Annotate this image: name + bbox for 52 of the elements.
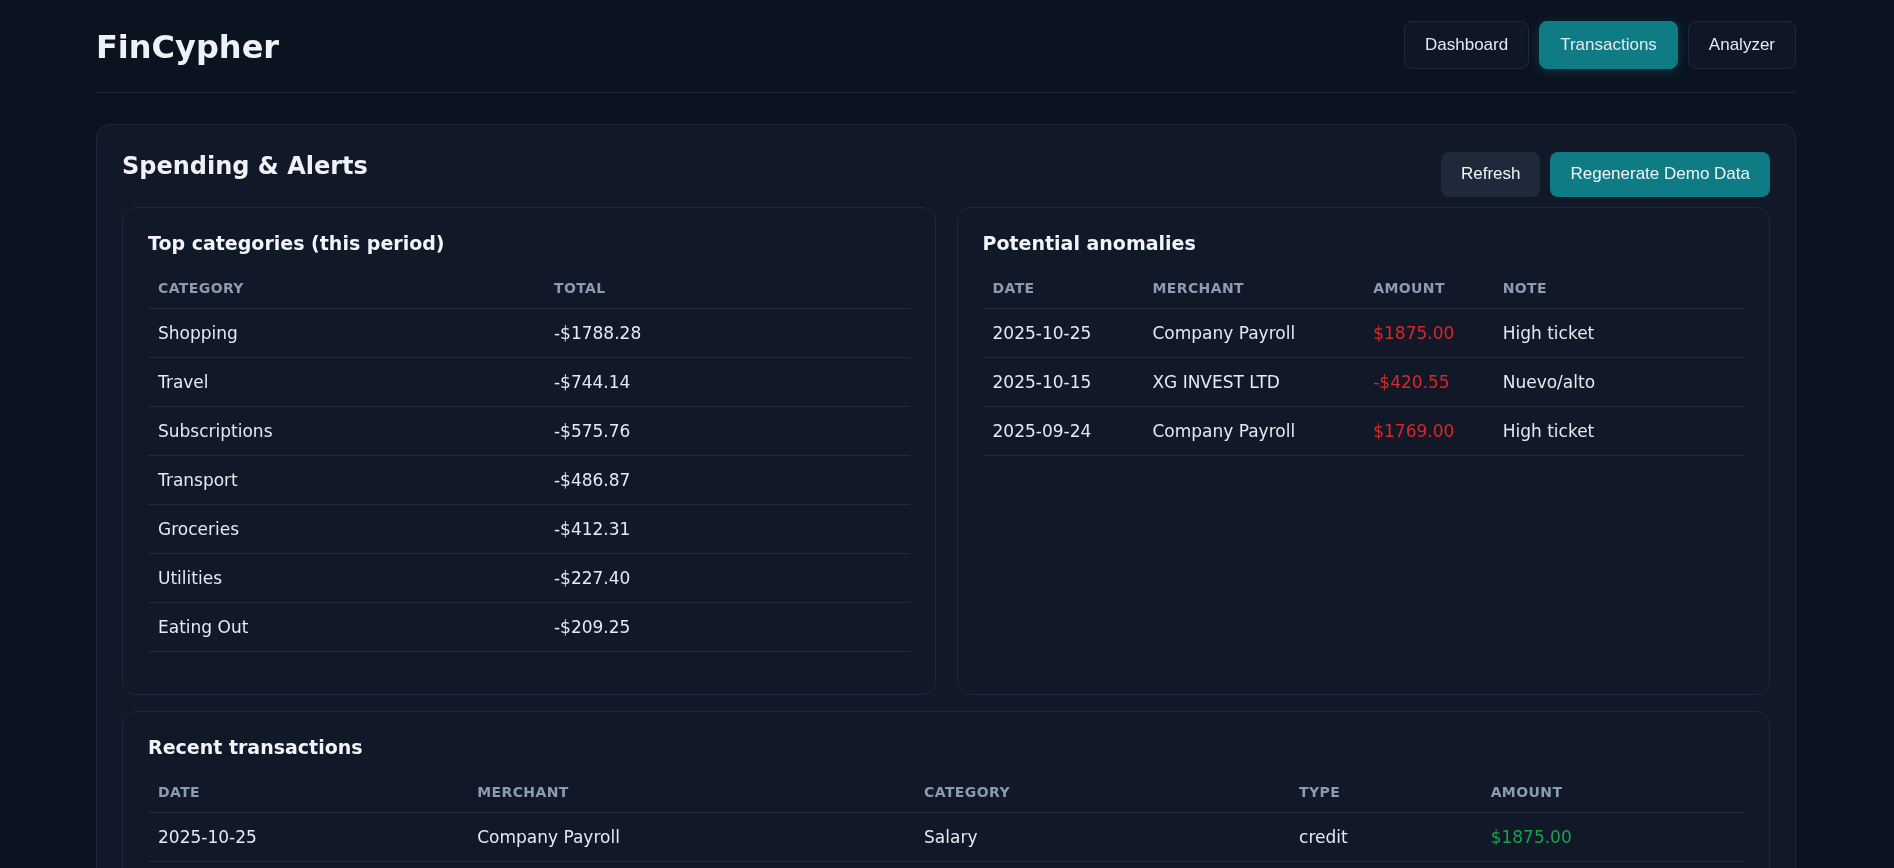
- table-cell: $1875.00: [1480, 812, 1744, 862]
- column-header: AMOUNT: [1363, 280, 1493, 309]
- nav-tab[interactable]: Transactions: [1539, 21, 1678, 69]
- column-header: AMOUNT: [1480, 784, 1744, 813]
- table-cell: 2025-09-24: [982, 406, 1143, 456]
- table-cell: Travel: [148, 357, 544, 407]
- table-cell: High ticket: [1492, 406, 1744, 456]
- table-cell: Nuevo/alto: [1492, 357, 1744, 407]
- table-cell: Company Payroll: [467, 812, 915, 862]
- section-title: Spending & Alerts: [122, 152, 368, 180]
- table-cell: Company Payroll: [1142, 406, 1364, 456]
- table-cell: 2025-10-15: [982, 357, 1143, 407]
- regenerate-button[interactable]: Regenerate Demo Data: [1550, 151, 1770, 197]
- column-header: CATEGORY: [914, 784, 1290, 813]
- table-cell: Transport: [148, 455, 544, 505]
- column-header: DATE: [148, 784, 468, 813]
- table-cell: -$486.87: [543, 455, 910, 505]
- column-header: TYPE: [1289, 784, 1481, 813]
- column-header: CATEGORY: [148, 280, 544, 309]
- table-cell: High ticket: [1492, 308, 1744, 358]
- table-cell: Shopping: [148, 308, 544, 358]
- table-cell: -$744.14: [543, 357, 910, 407]
- table-cell: Utilities: [148, 553, 544, 603]
- table-cell: -$227.40: [543, 553, 910, 603]
- table-cell: credit: [1289, 812, 1481, 862]
- column-header: DATE: [982, 280, 1143, 309]
- nav-tab[interactable]: Dashboard: [1404, 21, 1530, 69]
- table-cell: -$209.25: [543, 602, 910, 652]
- table-cell: -$1788.28: [543, 308, 910, 358]
- table-cell: Subscriptions: [148, 406, 544, 456]
- column-header: MERCHANT: [467, 784, 915, 813]
- table-cell: $1769.00: [1363, 406, 1493, 456]
- table-cell: XG INVEST LTD: [1142, 357, 1364, 407]
- panel-title: Top categories (this period): [148, 232, 446, 254]
- column-header: TOTAL: [543, 280, 910, 309]
- table-cell: $1875.00: [1363, 308, 1493, 358]
- table-cell: -$412.31: [543, 504, 910, 554]
- column-header: MERCHANT: [1142, 280, 1364, 309]
- table-cell: Salary: [914, 812, 1290, 862]
- app-title: FinCypher: [96, 27, 280, 66]
- table-cell: 2025-10-25: [148, 812, 468, 862]
- table-cell: -$420.55: [1363, 357, 1493, 407]
- refresh-button[interactable]: Refresh: [1440, 151, 1541, 197]
- table-cell: Eating Out: [148, 602, 544, 652]
- table-cell: -$575.76: [543, 406, 910, 456]
- nav-tab[interactable]: Analyzer: [1687, 21, 1796, 69]
- panel-title: Potential anomalies: [982, 232, 1197, 254]
- panel-title: Recent transactions: [148, 736, 364, 758]
- table-cell: Groceries: [148, 504, 544, 554]
- table-cell: Company Payroll: [1142, 308, 1364, 358]
- table-cell: 2025-10-25: [982, 308, 1143, 358]
- column-header: NOTE: [1492, 280, 1744, 309]
